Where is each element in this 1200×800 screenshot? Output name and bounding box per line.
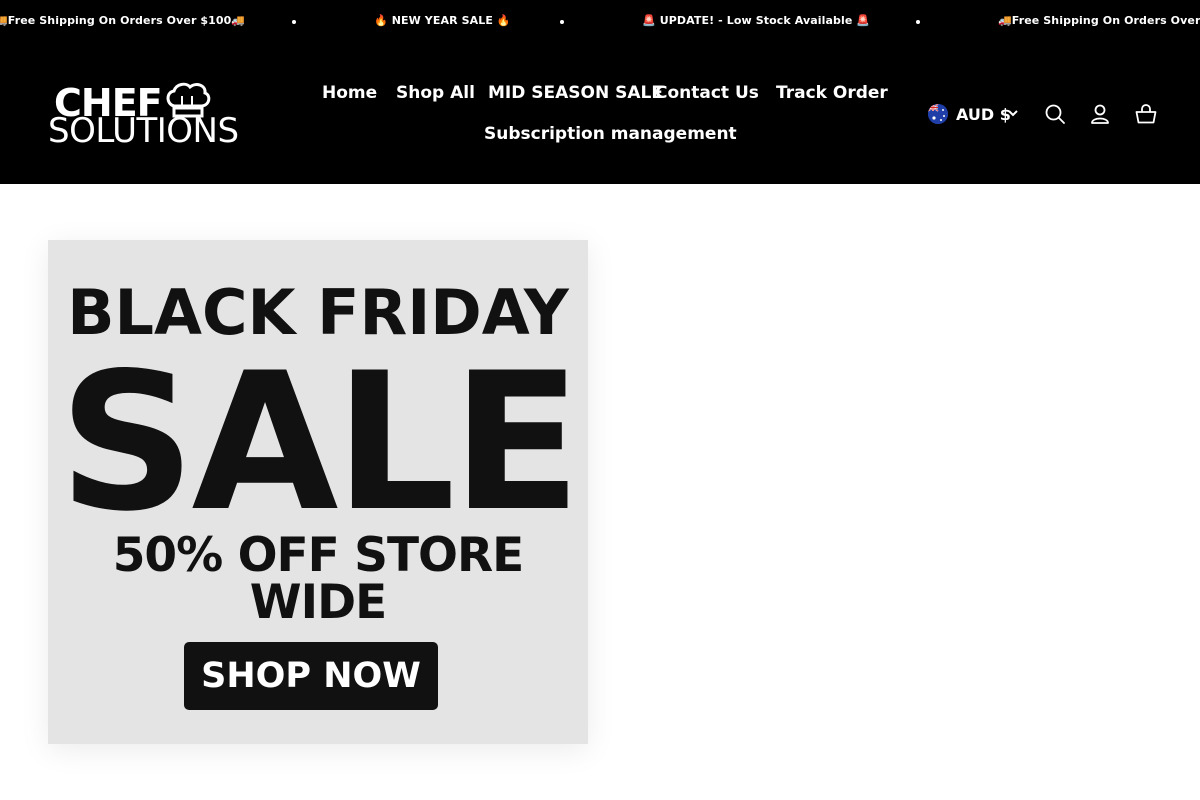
announcement-item: 🚚Free Shipping On Orders Over $100🚚 bbox=[0, 14, 246, 27]
separator-dot bbox=[560, 20, 564, 24]
announcement-item: 🚨 UPDATE! - Low Stock Available 🚨 bbox=[642, 14, 871, 27]
nav-mid-season-sale[interactable]: MID SEASON SALE bbox=[488, 83, 663, 103]
account-icon[interactable] bbox=[1089, 103, 1111, 125]
separator-dot bbox=[292, 20, 296, 24]
chevron-down-icon bbox=[1008, 110, 1018, 117]
announcement-bar: 🚚Free Shipping On Orders Over $100🚚 🔥 NE… bbox=[0, 0, 1200, 44]
banner-sale-text: SALE bbox=[58, 332, 582, 553]
australia-flag-icon bbox=[928, 104, 948, 124]
nav-home[interactable]: Home bbox=[322, 83, 377, 103]
separator-dot bbox=[916, 20, 920, 24]
search-icon[interactable] bbox=[1044, 103, 1066, 125]
nav-track-order[interactable]: Track Order bbox=[776, 83, 888, 103]
nav-shop-all[interactable]: Shop All bbox=[396, 83, 475, 103]
shop-now-button[interactable]: SHOP NOW bbox=[184, 642, 438, 710]
announcement-item: 🚚Free Shipping On Orders Over $100🚚 bbox=[998, 14, 1200, 27]
black-friday-banner[interactable]: BLACK FRIDAY SALE 50% OFF STORE WIDE SHO… bbox=[48, 240, 588, 744]
currency-label: AUD $ bbox=[956, 105, 1011, 124]
site-header: CHEF SOLUTIONS Home Shop All MID SEASON … bbox=[0, 44, 1200, 184]
announcement-item: 🔥 NEW YEAR SALE 🔥 bbox=[374, 14, 511, 27]
site-logo[interactable]: CHEF SOLUTIONS bbox=[48, 82, 248, 150]
nav-subscription-management[interactable]: Subscription management bbox=[484, 124, 737, 144]
banner-discount-text: 50% OFF STORE WIDE bbox=[112, 528, 525, 630]
logo-line-2: SOLUTIONS bbox=[48, 111, 239, 151]
cart-icon[interactable] bbox=[1135, 103, 1157, 125]
nav-contact-us[interactable]: Contact Us bbox=[655, 83, 759, 103]
